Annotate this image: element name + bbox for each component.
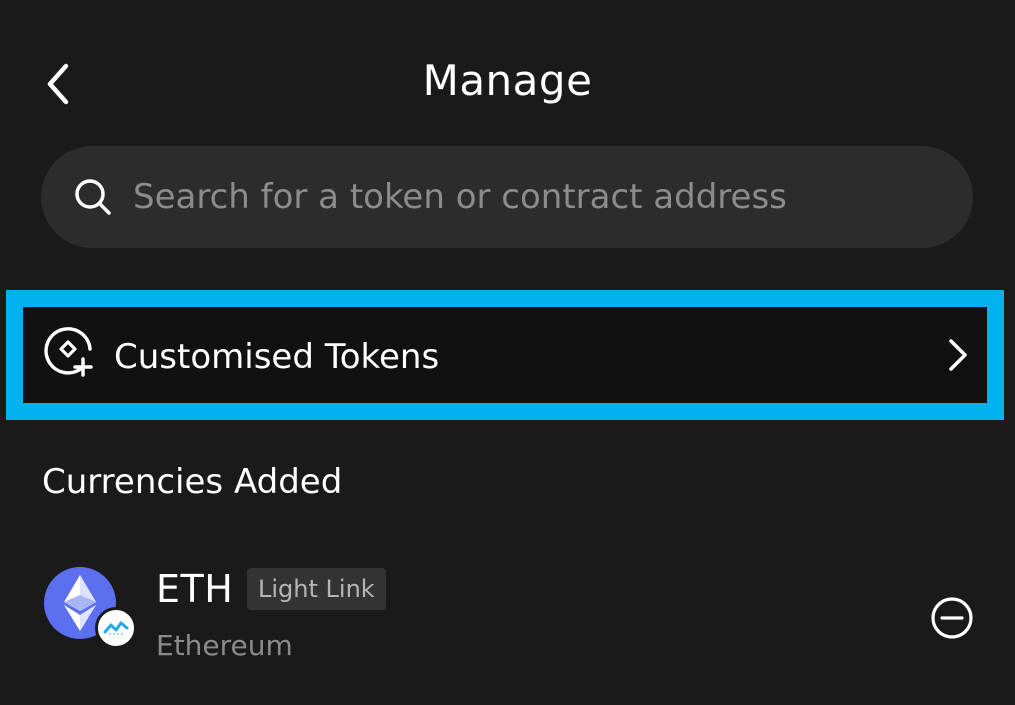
currencies-added-heading: Currencies Added [42, 462, 343, 502]
search-bar[interactable] [41, 146, 973, 248]
header: Manage [0, 0, 1015, 150]
search-input[interactable] [133, 167, 973, 227]
lightlink-badge-icon [95, 607, 137, 649]
page-title: Manage [422, 56, 593, 105]
minus-circle-icon[interactable] [929, 595, 975, 641]
token-symbol: ETH [156, 567, 234, 611]
chevron-right-icon [949, 339, 967, 371]
token-plus-icon [44, 327, 93, 377]
token-name: Ethereum [156, 629, 293, 662]
search-icon [71, 175, 115, 219]
customised-tokens-row[interactable]: Customised Tokens [6, 290, 1004, 420]
token-list-item[interactable]: ETH Light Link Ethereum [0, 555, 1015, 675]
network-tag: Light Link [247, 568, 386, 610]
customised-tokens-label: Customised Tokens [114, 337, 440, 377]
